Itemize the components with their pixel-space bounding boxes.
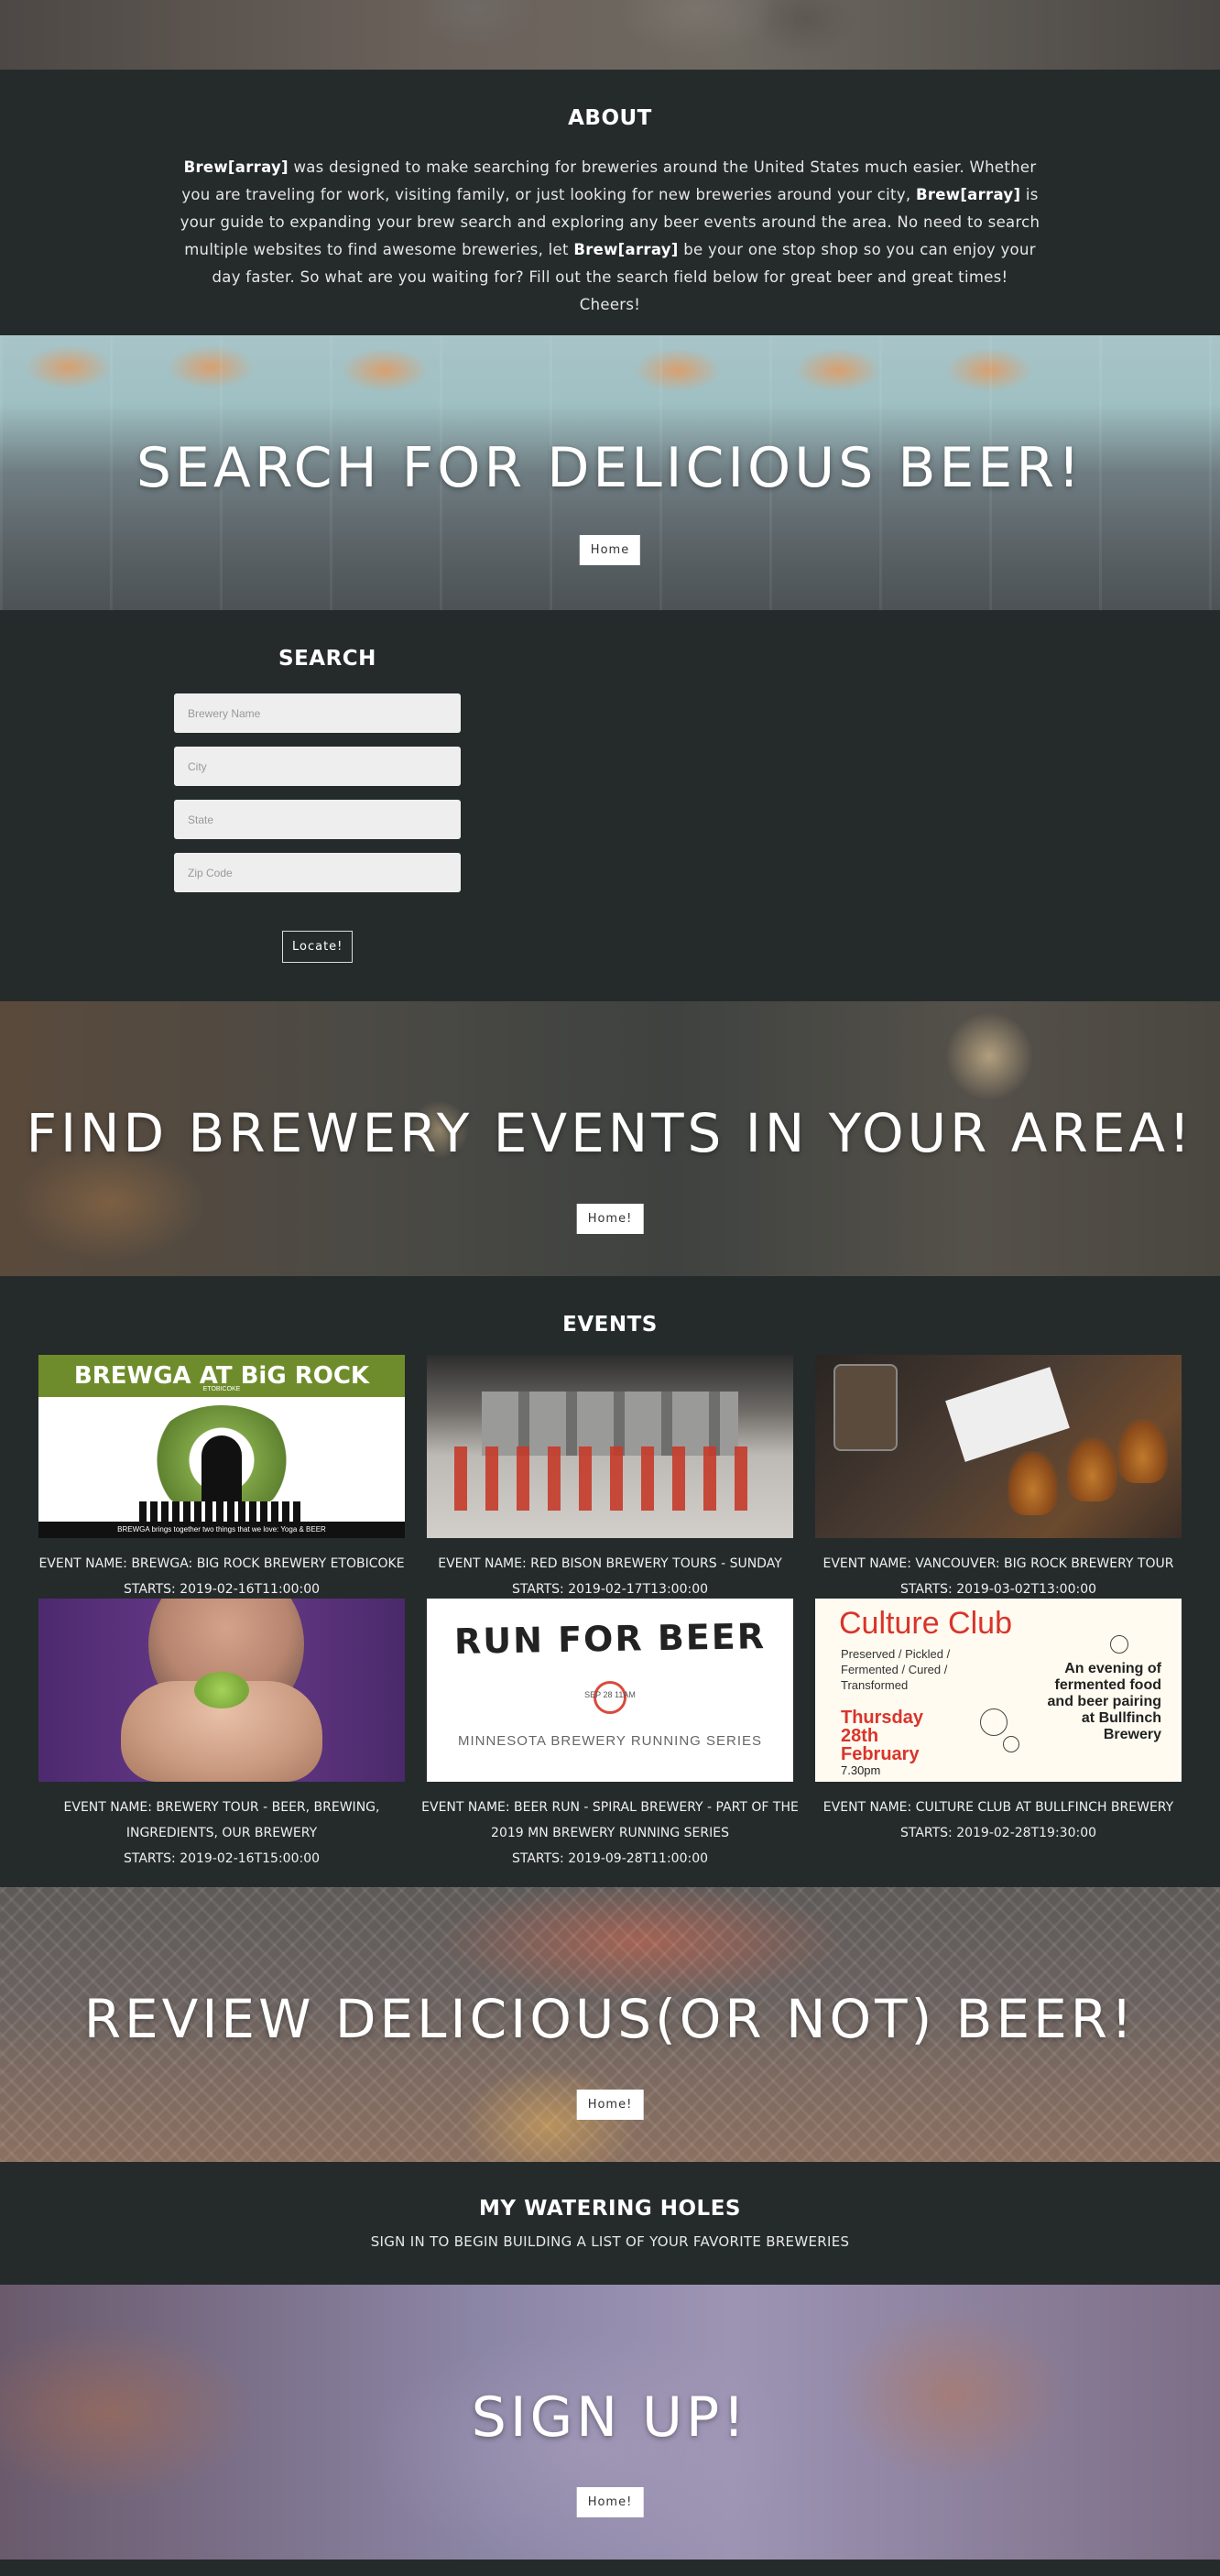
city-input[interactable] [174, 747, 461, 786]
search-title: SEARCH [278, 647, 376, 671]
brewery-name-input[interactable] [174, 693, 461, 733]
event-image[interactable] [427, 1355, 793, 1538]
event-info: EVENT NAME: CULTURE CLUB AT BULLFINCH BR… [797, 1795, 1200, 1846]
review-banner: REVIEW DELICIOUS(OR NOT) BEER! Home! [0, 1887, 1220, 2162]
events-section: EVENTS BREWGA AT BiG ROCK ETOBICOKE BREW… [0, 1276, 1220, 1887]
poster-caption: BREWGA brings together two things that w… [38, 1522, 405, 1538]
event-info: EVENT NAME: BREWGA: BIG ROCK BREWERY ETO… [20, 1551, 423, 1602]
poster-description: An evening of fermented food and beer pa… [1047, 1661, 1161, 1742]
poster-series: MINNESOTA BREWERY RUNNING SERIES [457, 1733, 763, 1749]
bubble-icon [1003, 1736, 1019, 1752]
brand-name: Brew[array] [573, 241, 679, 258]
bubble-icon [1110, 1635, 1128, 1654]
meditation-silhouette [202, 1435, 242, 1509]
about-text-part: was designed to make searching for brewe… [181, 158, 1037, 203]
beer-glass-graphic [1117, 1419, 1168, 1483]
event-name: EVENT NAME: BEER RUN - SPIRAL BREWERY - … [421, 1800, 799, 1840]
about-section: ABOUT Brew[array] was designed to make s… [0, 70, 1220, 335]
poster-list: Preserved / Pickled / Fermented / Cured … [841, 1647, 951, 1692]
event-image[interactable]: BREWGA AT BiG ROCK ETOBICOKE BREWGA brin… [38, 1355, 405, 1538]
event-card[interactable]: BREWGA AT BiG ROCK ETOBICOKE BREWGA brin… [20, 1355, 423, 1602]
event-card[interactable]: EVENT NAME: RED BISON BREWERY TOURS - SU… [408, 1355, 812, 1602]
event-name: EVENT NAME: VANCOUVER: BIG ROCK BREWERY … [822, 1556, 1174, 1571]
poster-title: Culture Club [839, 1606, 1012, 1641]
event-name: EVENT NAME: CULTURE CLUB AT BULLFINCH BR… [822, 1800, 1174, 1815]
event-name: EVENT NAME: BREWGA: BIG ROCK BREWERY ETO… [38, 1556, 405, 1571]
zip-code-input[interactable] [174, 853, 461, 892]
event-info: EVENT NAME: VANCOUVER: BIG ROCK BREWERY … [797, 1551, 1200, 1602]
event-card[interactable]: EVENT NAME: VANCOUVER: BIG ROCK BREWERY … [797, 1355, 1200, 1602]
event-name: EVENT NAME: BREWERY TOUR - BEER, BREWING… [63, 1800, 380, 1840]
about-title: ABOUT [568, 106, 652, 130]
poster-date: Thursday 28th February [841, 1708, 924, 1764]
search-banner-heading: SEARCH FOR DELICIOUS BEER! [136, 436, 1084, 500]
event-card[interactable]: EVENT NAME: BREWERY TOUR - BEER, BREWING… [20, 1599, 423, 1872]
about-text: Brew[array] was designed to make searchi… [180, 154, 1040, 319]
event-name: EVENT NAME: RED BISON BREWERY TOURS - SU… [438, 1556, 782, 1571]
review-banner-home-button[interactable]: Home! [576, 2090, 644, 2120]
signup-banner-home-button[interactable]: Home! [576, 2487, 644, 2517]
poster-title: RUN FOR BEER [453, 1616, 767, 1662]
events-banner: FIND BREWERY EVENTS IN YOUR AREA! Home! [0, 1001, 1220, 1276]
footer-strip [0, 2560, 1220, 2576]
search-banner: SEARCH FOR DELICIOUS BEER! Home [0, 335, 1220, 610]
coaster-graphic [945, 1367, 1070, 1462]
watering-holes-section: MY WATERING HOLES SIGN IN TO BEGIN BUILD… [0, 2162, 1220, 2285]
top-hero-image [0, 0, 1220, 70]
event-image[interactable] [815, 1355, 1182, 1538]
events-banner-home-button[interactable]: Home! [576, 1204, 644, 1234]
event-start: STARTS: 2019-02-16T15:00:00 [123, 1851, 321, 1866]
event-card[interactable]: Culture Club Preserved / Pickled / Ferme… [797, 1599, 1200, 1846]
signup-banner: SIGN UP! Home! [0, 2285, 1220, 2560]
hops-graphic [194, 1672, 249, 1708]
search-section: SEARCH Locate! [0, 610, 1220, 1001]
event-start: STARTS: 2019-09-28T11:00:00 [511, 1851, 709, 1866]
events-banner-heading: FIND BREWERY EVENTS IN YOUR AREA! [26, 1102, 1194, 1164]
event-card[interactable]: RUN FOR BEER SEP 28 11AM MINNESOTA BREWE… [408, 1599, 812, 1872]
locate-button[interactable]: Locate! [282, 931, 354, 963]
watering-holes-title: MY WATERING HOLES [479, 2197, 741, 2221]
event-image[interactable] [38, 1599, 405, 1782]
event-image[interactable]: Culture Club Preserved / Pickled / Ferme… [815, 1599, 1182, 1782]
poster-time: 7.30pm [841, 1763, 881, 1777]
signup-banner-heading: SIGN UP! [471, 2385, 749, 2450]
poster-dates: SEP 28 11AM [584, 1690, 636, 1699]
bubble-icon [980, 1708, 1008, 1736]
watering-holes-subtitle: SIGN IN TO BEGIN BUILDING A LIST OF YOUR… [370, 2233, 850, 2250]
events-title: EVENTS [562, 1313, 658, 1337]
brand-name: Brew[array] [915, 186, 1021, 203]
beer-glass-graphic [1008, 1451, 1058, 1515]
bottles-graphic [139, 1501, 304, 1522]
tables-graphic [454, 1446, 766, 1511]
event-image[interactable]: RUN FOR BEER SEP 28 11AM MINNESOTA BREWE… [427, 1599, 793, 1782]
event-start: STARTS: 2019-02-28T19:30:00 [899, 1826, 1097, 1840]
review-banner-heading: REVIEW DELICIOUS(OR NOT) BEER! [83, 1988, 1137, 2050]
state-input[interactable] [174, 800, 461, 839]
beer-glass-graphic [1067, 1437, 1117, 1501]
search-banner-home-button[interactable]: Home [579, 535, 641, 565]
poster-subtitle: ETOBICOKE [202, 1386, 241, 1392]
brand-name: Brew[array] [183, 158, 289, 176]
event-info: EVENT NAME: RED BISON BREWERY TOURS - SU… [408, 1551, 812, 1602]
event-info: EVENT NAME: BEER RUN - SPIRAL BREWERY - … [408, 1795, 812, 1872]
event-info: EVENT NAME: BREWERY TOUR - BEER, BREWING… [20, 1795, 423, 1872]
jar-graphic [833, 1364, 898, 1451]
